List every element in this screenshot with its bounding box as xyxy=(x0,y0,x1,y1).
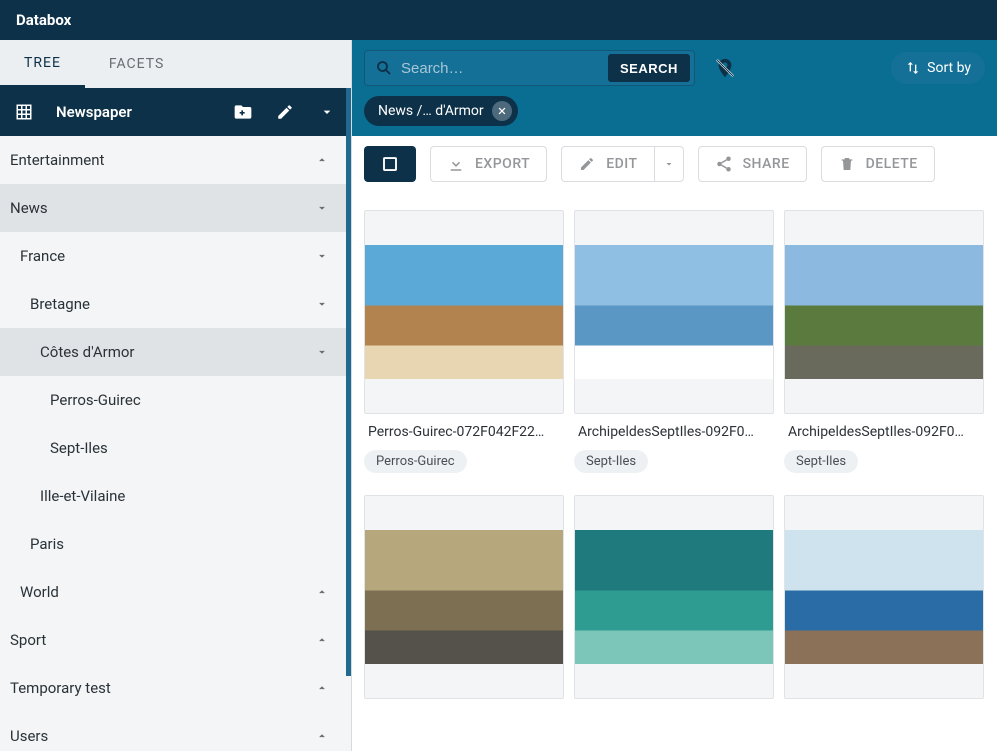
tree-item-label: Paris xyxy=(30,535,339,553)
tree-item[interactable]: Bretagne xyxy=(0,280,351,328)
app-titlebar: Databox xyxy=(0,0,997,40)
tree-item-label: News xyxy=(10,199,315,217)
edit-button-group: EDIT xyxy=(561,146,683,182)
search-input[interactable] xyxy=(401,60,600,77)
chevron-down-icon[interactable] xyxy=(315,345,339,359)
asset-thumbnail[interactable] xyxy=(364,210,564,414)
edit-icon[interactable] xyxy=(275,102,295,122)
asset-thumbnail[interactable] xyxy=(784,495,984,699)
asset-card[interactable] xyxy=(574,495,774,699)
chevron-up-icon[interactable] xyxy=(315,729,339,743)
workspace-icon xyxy=(14,102,34,122)
delete-icon xyxy=(838,155,856,173)
tree-item-label: Temporary test xyxy=(10,679,315,697)
tree-item-label: Ille-et-Vilaine xyxy=(40,487,339,505)
edit-button[interactable]: EDIT xyxy=(561,146,654,182)
asset-caption: ArchipeldesSeptIles-092F0… xyxy=(784,414,984,446)
asset-caption: ArchipeldesSeptIles-092F0… xyxy=(574,414,774,446)
tree-item[interactable]: Entertainment xyxy=(0,136,351,184)
asset-card[interactable] xyxy=(784,495,984,699)
search-bar: SEARCH Sort by xyxy=(352,40,997,96)
workspace-header: Newspaper xyxy=(0,88,351,136)
action-toolbar: EXPORT EDIT SHARE DELETE xyxy=(352,136,997,192)
search-icon xyxy=(375,59,393,77)
chevron-down-icon[interactable] xyxy=(317,102,337,122)
filter-chip-label: News /… d'Armor xyxy=(378,103,484,119)
export-button[interactable]: EXPORT xyxy=(430,146,547,182)
chevron-down-icon[interactable] xyxy=(315,201,339,215)
asset-thumbnail[interactable] xyxy=(364,495,564,699)
asset-thumbnail[interactable] xyxy=(784,210,984,414)
location-off-icon[interactable] xyxy=(709,52,741,84)
chevron-up-icon[interactable] xyxy=(315,585,339,599)
tree-item[interactable]: Côtes d'Armor xyxy=(0,328,351,376)
tree-item[interactable]: Sept-Iles xyxy=(0,424,351,472)
delete-button[interactable]: DELETE xyxy=(821,146,935,182)
tree-item-label: Entertainment xyxy=(10,151,315,169)
close-icon[interactable] xyxy=(492,101,512,121)
main-panel: SEARCH Sort by News /… d'Armor xyxy=(352,40,997,751)
tree-item-label: Perros-Guirec xyxy=(50,391,339,409)
tree: Entertainment News France Bretagne Côtes d'A… xyxy=(0,136,351,751)
asset-tag[interactable]: Perros-Guirec xyxy=(364,450,467,473)
asset-card[interactable]: ArchipeldesSeptIles-092F0… Sept-Iles xyxy=(574,210,774,477)
edit-icon xyxy=(578,155,596,173)
chevron-up-icon[interactable] xyxy=(315,681,339,695)
tree-item-label: World xyxy=(20,583,315,601)
sidebar: TREE FACETS Newspaper Entertainment News F… xyxy=(0,40,352,751)
tab-tree[interactable]: TREE xyxy=(0,40,85,88)
tree-item[interactable]: World xyxy=(0,568,351,616)
search-box: SEARCH xyxy=(364,50,695,86)
asset-caption: Perros-Guirec-072F042F22… xyxy=(364,414,564,446)
workspace-name: Newspaper xyxy=(56,103,211,121)
tree-item[interactable]: France xyxy=(0,232,351,280)
tree-item-label: France xyxy=(20,247,315,265)
asset-tag[interactable]: Sept-Iles xyxy=(574,450,648,473)
asset-card[interactable]: ArchipeldesSeptIles-092F0… Sept-Iles xyxy=(784,210,984,477)
tree-item[interactable]: Perros-Guirec xyxy=(0,376,351,424)
chevron-up-icon[interactable] xyxy=(315,153,339,167)
tab-facets[interactable]: FACETS xyxy=(85,40,188,88)
sort-button[interactable]: Sort by xyxy=(891,52,985,84)
filter-row: News /… d'Armor xyxy=(352,96,997,136)
tree-item-label: Bretagne xyxy=(30,295,315,313)
sidebar-tabs: TREE FACETS xyxy=(0,40,351,88)
chevron-up-icon[interactable] xyxy=(315,633,339,647)
asset-card[interactable] xyxy=(364,495,564,699)
tree-item[interactable]: Users xyxy=(0,712,351,751)
sidebar-scrollbar[interactable] xyxy=(346,88,351,676)
sort-icon xyxy=(905,60,921,76)
tree-item-label: Côtes d'Armor xyxy=(40,343,315,361)
tree-item[interactable]: Paris xyxy=(0,520,351,568)
download-icon xyxy=(447,155,465,173)
select-all-button[interactable] xyxy=(364,146,416,182)
share-button[interactable]: SHARE xyxy=(698,146,807,182)
checkbox-empty-icon xyxy=(381,155,399,173)
tree-item-label: Users xyxy=(10,727,315,745)
add-folder-icon[interactable] xyxy=(233,102,253,122)
edit-dropdown-button[interactable] xyxy=(655,146,684,182)
asset-thumbnail[interactable] xyxy=(574,210,774,414)
asset-tag[interactable]: Sept-Iles xyxy=(784,450,858,473)
tree-item[interactable]: Ille-et-Vilaine xyxy=(0,472,351,520)
asset-card[interactable]: Perros-Guirec-072F042F22… Perros-Guirec xyxy=(364,210,564,477)
app-title: Databox xyxy=(16,11,71,29)
chevron-down-icon[interactable] xyxy=(315,297,339,311)
tree-item[interactable]: Temporary test xyxy=(0,664,351,712)
tree-item-label: Sport xyxy=(10,631,315,649)
tree-item[interactable]: Sport xyxy=(0,616,351,664)
asset-thumbnail[interactable] xyxy=(574,495,774,699)
share-icon xyxy=(715,155,733,173)
caret-down-icon xyxy=(663,158,675,170)
filter-chip: News /… d'Armor xyxy=(364,96,518,126)
tree-item[interactable]: News xyxy=(0,184,351,232)
chevron-down-icon[interactable] xyxy=(315,249,339,263)
search-button[interactable]: SEARCH xyxy=(608,54,690,82)
results-grid: Perros-Guirec-072F042F22… Perros-Guirec Ar… xyxy=(352,192,997,751)
tree-item-label: Sept-Iles xyxy=(50,439,339,457)
